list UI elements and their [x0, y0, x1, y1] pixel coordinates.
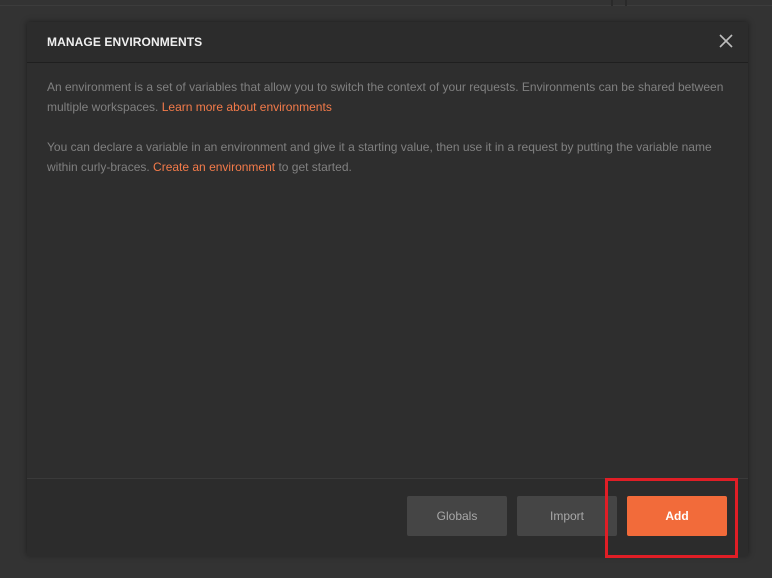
environment-description-text: An environment is a set of variables tha…: [47, 80, 724, 114]
modal-header: MANAGE ENVIRONMENTS: [27, 22, 748, 63]
learn-more-environments-link[interactable]: Learn more about environments: [162, 100, 332, 114]
import-button[interactable]: Import: [517, 496, 617, 536]
close-icon-glyph: [719, 34, 733, 48]
variable-description-suffix: to get started.: [275, 160, 352, 174]
add-button[interactable]: Add: [627, 496, 727, 536]
modal-body: An environment is a set of variables tha…: [27, 63, 748, 478]
manage-environments-modal: MANAGE ENVIRONMENTS An environment is a …: [27, 22, 748, 556]
close-icon[interactable]: [718, 33, 734, 49]
background-toolbar-edge: [0, 5, 772, 6]
globals-button[interactable]: Globals: [407, 496, 507, 536]
variable-description: You can declare a variable in an environ…: [47, 137, 727, 177]
create-environment-link[interactable]: Create an environment: [153, 160, 275, 174]
modal-footer: Globals Import Add: [27, 478, 748, 556]
background-divider: [611, 0, 613, 6]
background-divider: [625, 0, 627, 6]
environment-description: An environment is a set of variables tha…: [47, 77, 727, 117]
modal-title: MANAGE ENVIRONMENTS: [47, 35, 203, 49]
variable-description-text: You can declare a variable in an environ…: [47, 140, 712, 174]
